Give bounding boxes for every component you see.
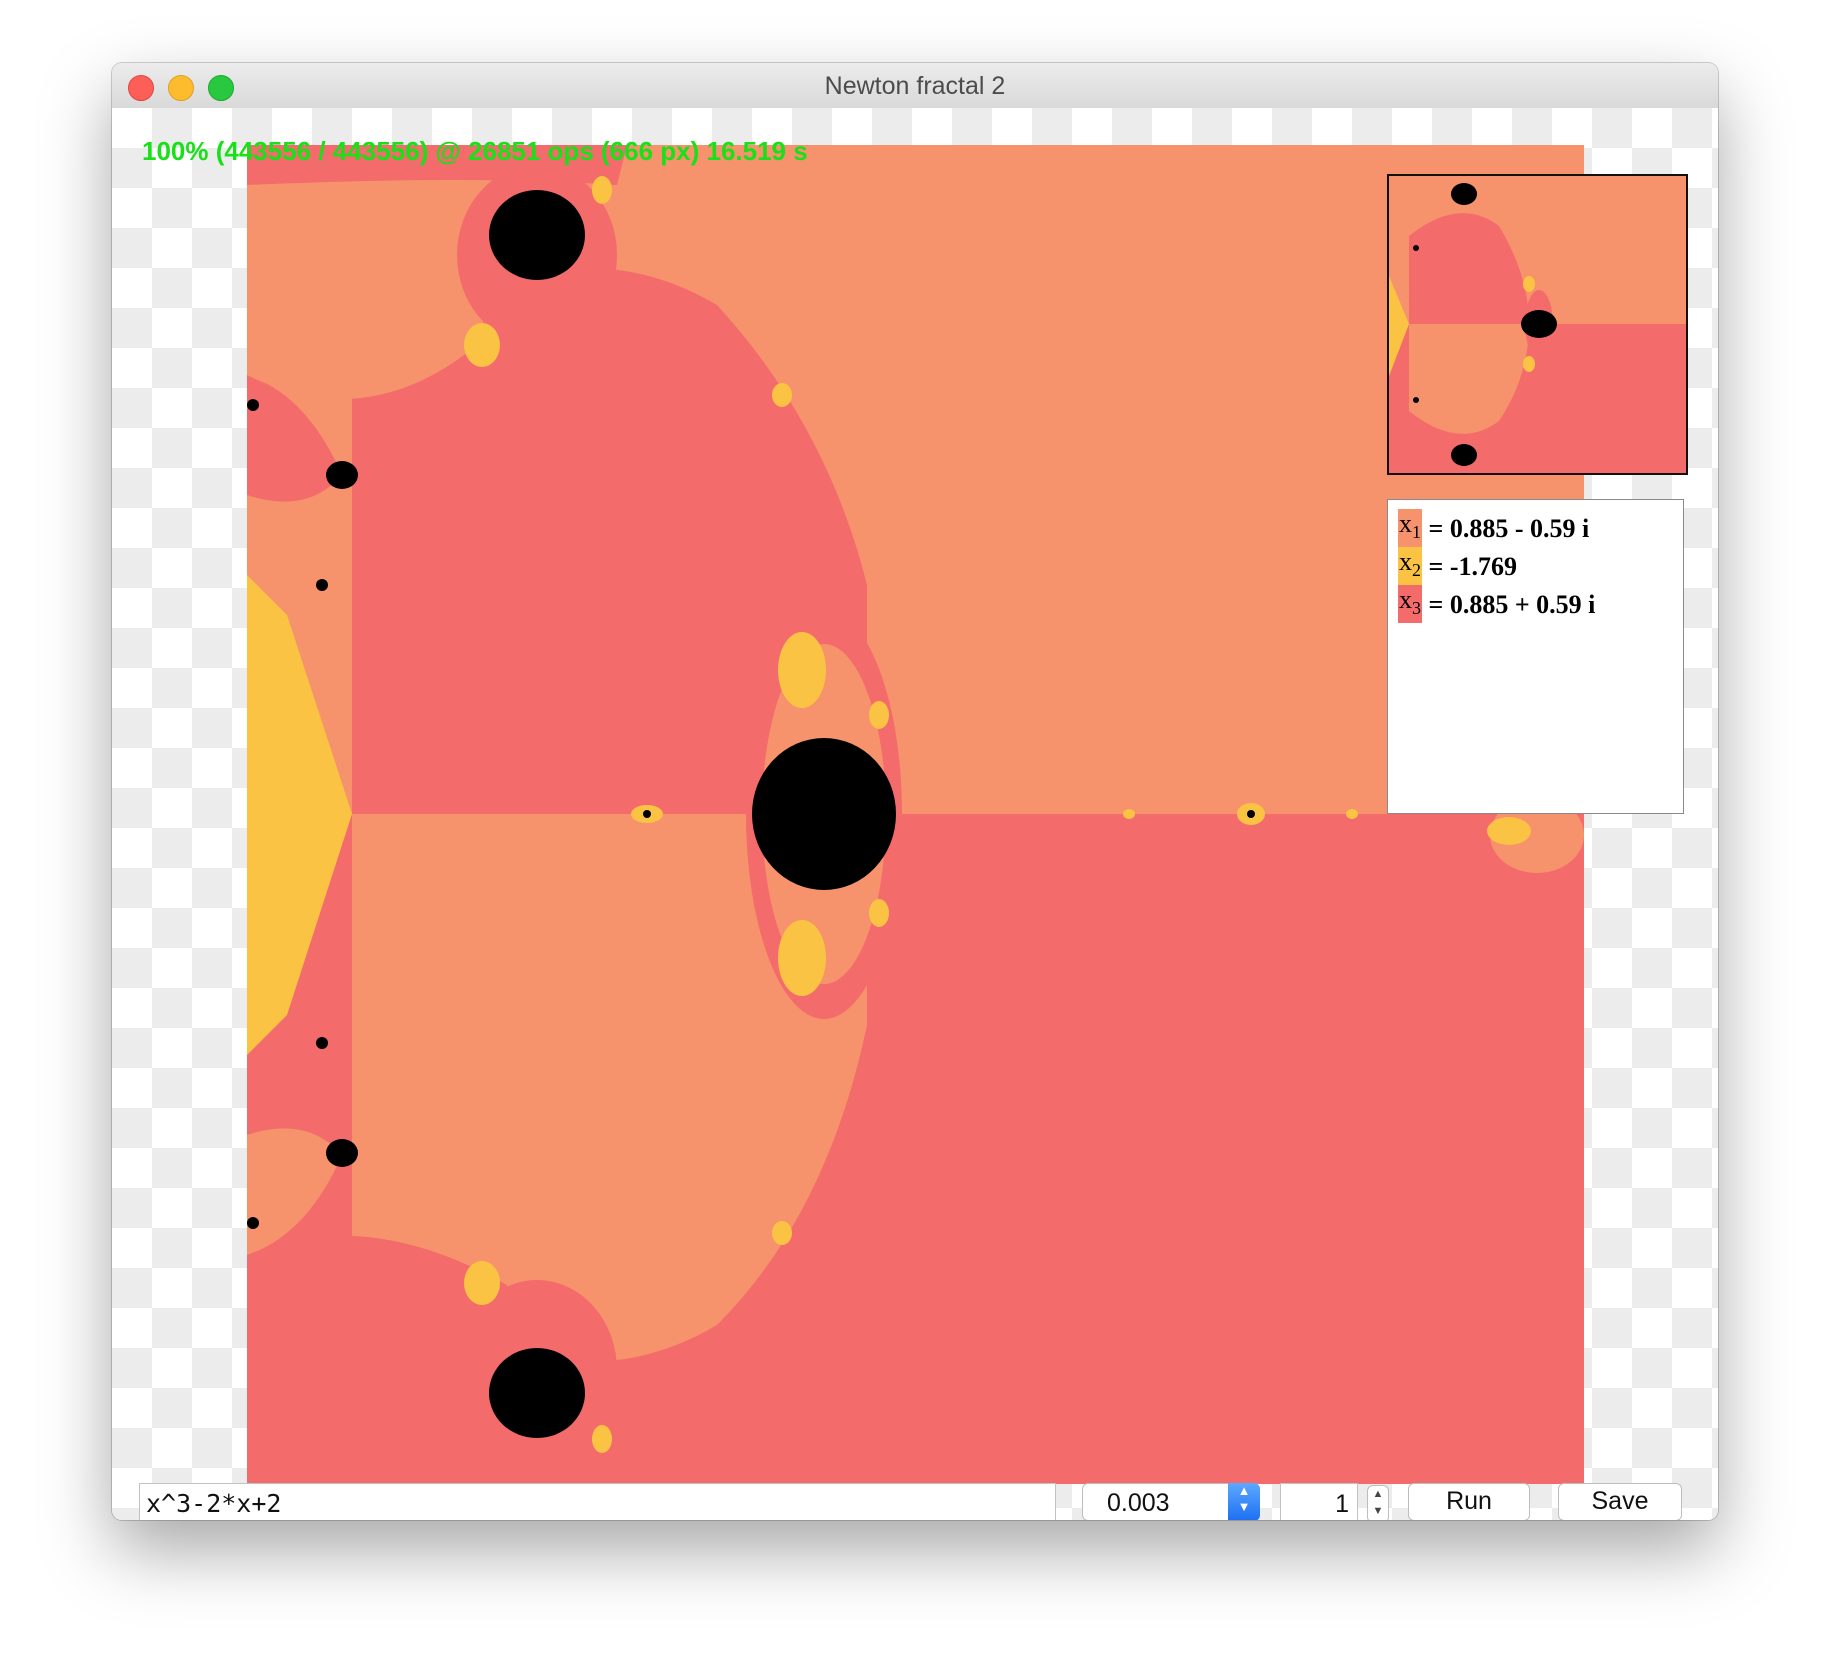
axis-bead-4 bbox=[1346, 809, 1358, 819]
fractal-image[interactable] bbox=[247, 145, 1584, 1484]
legend-row-root2: x2 = -1.769 bbox=[1398, 546, 1673, 586]
stepper-updown-icon[interactable]: ▲ ▼ bbox=[1367, 1485, 1389, 1520]
black-left-bottom bbox=[326, 1139, 358, 1167]
title-bar: Newton fractal 2 bbox=[112, 63, 1718, 109]
progress-status: 100% (443556 / 443556) @ 26851 ops (666 … bbox=[142, 136, 808, 166]
root1-value: = 0.885 - 0.59 i bbox=[1422, 514, 1590, 543]
black-bottom bbox=[489, 1348, 585, 1438]
save-button[interactable]: Save bbox=[1558, 1483, 1682, 1520]
lobe-bottom-yellow2 bbox=[592, 1425, 612, 1453]
bulb-yellow-right-bottom bbox=[869, 899, 889, 927]
bottom-toolbar: 0.003 ▲▼ 1 ▲▼ Run Save bbox=[112, 1483, 1718, 1520]
formula-input[interactable] bbox=[139, 1483, 1056, 1520]
black-dot-4 bbox=[316, 1037, 328, 1049]
edge-lobe-right-yellow bbox=[1487, 817, 1531, 845]
root3-var: x bbox=[1399, 584, 1412, 614]
root3-value: = 0.885 + 0.59 i bbox=[1422, 590, 1596, 619]
root2-swatch: x2 bbox=[1398, 546, 1422, 586]
black-dot-3 bbox=[316, 579, 328, 591]
step-value: 0.003 bbox=[1107, 1489, 1170, 1517]
iterations-value: 1 bbox=[1335, 1490, 1349, 1518]
axis-bead-3 bbox=[1123, 809, 1135, 819]
black-dot-1 bbox=[247, 399, 259, 411]
boundary-bead-1 bbox=[772, 383, 792, 407]
overview-thumbnail[interactable] bbox=[1387, 174, 1688, 475]
black-dot-6 bbox=[1247, 810, 1255, 818]
root1-var: x bbox=[1399, 508, 1412, 538]
bulb-yellow-top bbox=[778, 632, 826, 708]
canvas-area: 100% (443556 / 443556) @ 26851 ops (666 … bbox=[112, 108, 1718, 1520]
bulb-yellow-right-top bbox=[869, 701, 889, 729]
root1-sub: 1 bbox=[1412, 522, 1421, 543]
black-top bbox=[489, 190, 585, 280]
legend-row-root1: x1 = 0.885 - 0.59 i bbox=[1398, 508, 1673, 548]
legend-row-root3: x3 = 0.885 + 0.59 i bbox=[1398, 584, 1673, 624]
iterations-spinner[interactable]: 1 bbox=[1280, 1483, 1358, 1520]
root3-swatch: x3 bbox=[1398, 584, 1422, 624]
root2-value: = -1.769 bbox=[1422, 552, 1517, 581]
black-dot-2 bbox=[247, 1217, 259, 1229]
black-dot-5 bbox=[643, 810, 651, 818]
roots-legend: x1 = 0.885 - 0.59 i x2 = -1.769 x3 = 0.8… bbox=[1387, 499, 1684, 814]
black-left-top bbox=[326, 461, 358, 489]
app-window: Newton fractal 2 100% (443556 / 443556) … bbox=[112, 63, 1718, 1520]
black-center bbox=[752, 738, 896, 890]
lobe-bottom-yellow bbox=[464, 1261, 500, 1305]
boundary-bead-2 bbox=[772, 1221, 792, 1245]
window-title: Newton fractal 2 bbox=[824, 72, 1006, 100]
lobe-top-yellow bbox=[464, 323, 500, 367]
root1-swatch: x1 bbox=[1398, 508, 1422, 548]
root2-var: x bbox=[1399, 546, 1412, 576]
root2-sub: 2 bbox=[1412, 560, 1421, 581]
root3-sub: 3 bbox=[1412, 598, 1421, 619]
bulb-yellow-bottom bbox=[778, 920, 826, 996]
chevron-updown-icon[interactable]: ▲ ▼ bbox=[1228, 1483, 1260, 1520]
run-button[interactable]: Run bbox=[1408, 1483, 1530, 1520]
step-combo[interactable]: 0.003 ▲ ▼ bbox=[1082, 1483, 1260, 1520]
lobe-top-yellow2 bbox=[592, 176, 612, 204]
